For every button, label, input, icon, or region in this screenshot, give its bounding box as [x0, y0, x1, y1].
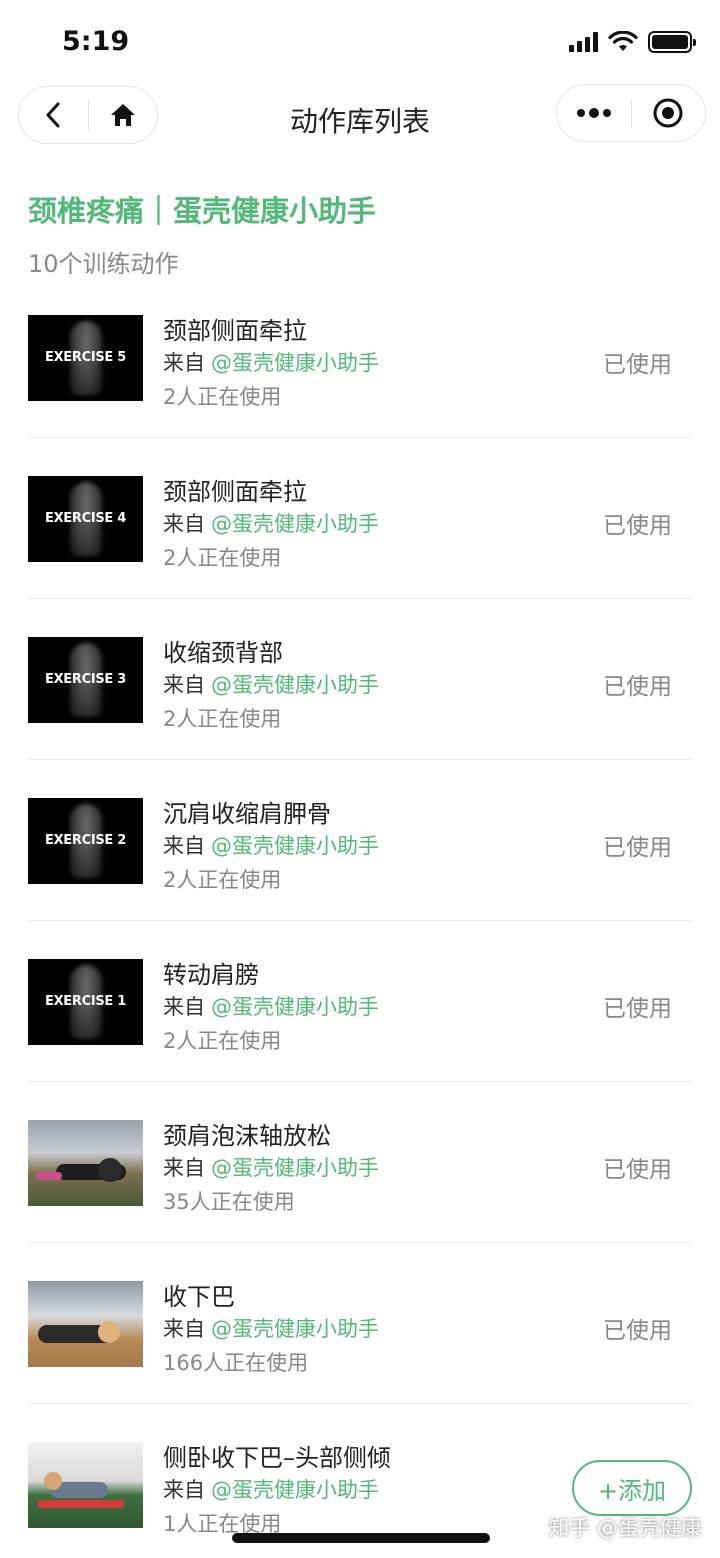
exercise-item[interactable]: EXERCISE 2 沉肩收缩肩胛骨 来自 @蛋壳健康小助手 2人正在使用 已使用	[0, 760, 720, 921]
watermark: 知乎 @蛋壳健康	[548, 1516, 702, 1540]
exercise-item[interactable]: EXERCISE 1 转动肩膀 来自 @蛋壳健康小助手 2人正在使用 已使用	[0, 921, 720, 1082]
exercise-name: 收缩颈背部	[163, 639, 283, 667]
exercise-source: 来自 @蛋壳健康小助手	[163, 512, 379, 536]
user-count: 2人正在使用	[163, 385, 282, 409]
author-link[interactable]: @蛋壳健康小助手	[211, 1478, 379, 1502]
exercise-list: EXERCISE 5 颈部侧面牵拉 来自 @蛋壳健康小助手 2人正在使用 已使用 …	[0, 277, 720, 1558]
exercise-count: 10个训练动作	[28, 250, 179, 278]
exercise-thumbnail: EXERCISE 3	[28, 637, 143, 723]
author-link[interactable]: @蛋壳健康小助手	[211, 1156, 379, 1180]
thumbnail-label: EXERCISE 5	[45, 350, 126, 365]
used-status: 已使用	[603, 1318, 672, 1344]
cellular-signal-icon	[569, 32, 598, 52]
exercise-source: 来自 @蛋壳健康小助手	[163, 834, 379, 858]
author-link[interactable]: @蛋壳健康小助手	[211, 673, 379, 697]
exercise-item[interactable]: EXERCISE 5 颈部侧面牵拉 来自 @蛋壳健康小助手 2人正在使用 已使用	[0, 277, 720, 438]
add-exercise-button[interactable]: +添加	[572, 1460, 692, 1516]
exercise-thumbnail: EXERCISE 5	[28, 315, 143, 401]
status-icons	[569, 31, 696, 53]
exercise-source: 来自 @蛋壳健康小助手	[163, 351, 379, 375]
exercise-item[interactable]: 收下巴 来自 @蛋壳健康小助手 166人正在使用 已使用	[0, 1243, 720, 1404]
exercise-name: 侧卧收下巴–头部侧倾	[163, 1444, 391, 1472]
author-link[interactable]: @蛋壳健康小助手	[211, 995, 379, 1019]
exercise-thumbnail	[28, 1442, 143, 1528]
author-link[interactable]: @蛋壳健康小助手	[211, 834, 379, 858]
exercise-item[interactable]: EXERCISE 4 颈部侧面牵拉 来自 @蛋壳健康小助手 2人正在使用 已使用	[0, 438, 720, 599]
exercise-item[interactable]: 颈肩泡沫轴放松 来自 @蛋壳健康小助手 35人正在使用 已使用	[0, 1082, 720, 1243]
used-status: 已使用	[603, 996, 672, 1022]
user-count: 2人正在使用	[163, 1029, 282, 1053]
exercise-source: 来自 @蛋壳健康小助手	[163, 1156, 379, 1180]
nav-bar: 动作库列表	[0, 84, 720, 146]
user-count: 2人正在使用	[163, 707, 282, 731]
wifi-icon	[608, 31, 638, 51]
exercise-item[interactable]: EXERCISE 3 收缩颈背部 来自 @蛋壳健康小助手 2人正在使用 已使用	[0, 599, 720, 760]
thumbnail-label: EXERCISE 4	[45, 511, 126, 526]
status-bar: 5:19	[0, 0, 720, 88]
thumbnail-label: EXERCISE 3	[45, 672, 126, 687]
exercise-thumbnail: EXERCISE 4	[28, 476, 143, 562]
used-status: 已使用	[603, 1157, 672, 1183]
exercise-name: 颈肩泡沫轴放松	[163, 1122, 331, 1150]
used-status: 已使用	[603, 352, 672, 378]
home-indicator[interactable]	[232, 1533, 490, 1543]
more-button[interactable]	[557, 85, 631, 141]
used-status: 已使用	[603, 674, 672, 700]
exercise-thumbnail: EXERCISE 2	[28, 798, 143, 884]
status-time: 5:19	[62, 26, 130, 57]
close-miniprogram-button[interactable]	[632, 85, 706, 141]
exercise-name: 颈部侧面牵拉	[163, 317, 307, 345]
exercise-thumbnail	[28, 1281, 143, 1367]
exercise-name: 转动肩膀	[163, 961, 259, 989]
exercise-source: 来自 @蛋壳健康小助手	[163, 1478, 379, 1502]
thumbnail-label: EXERCISE 2	[45, 833, 126, 848]
exercise-name: 收下巴	[163, 1283, 235, 1311]
target-circle-icon	[653, 98, 683, 128]
exercise-thumbnail	[28, 1120, 143, 1206]
battery-icon	[648, 31, 696, 53]
exercise-name: 沉肩收缩肩胛骨	[163, 800, 331, 828]
more-dots-icon	[576, 108, 611, 118]
user-count: 2人正在使用	[163, 546, 282, 570]
user-count: 2人正在使用	[163, 868, 282, 892]
exercise-source: 来自 @蛋壳健康小助手	[163, 673, 379, 697]
exercise-name: 颈部侧面牵拉	[163, 478, 307, 506]
author-link[interactable]: @蛋壳健康小助手	[211, 512, 379, 536]
exercise-thumbnail: EXERCISE 1	[28, 959, 143, 1045]
list-title: 颈椎疼痛｜蛋壳健康小助手	[28, 194, 377, 228]
user-count: 166人正在使用	[163, 1351, 309, 1375]
exercise-source: 来自 @蛋壳健康小助手	[163, 995, 379, 1019]
used-status: 已使用	[603, 513, 672, 539]
nav-capsule-right	[556, 84, 706, 142]
used-status: 已使用	[603, 835, 672, 861]
author-link[interactable]: @蛋壳健康小助手	[211, 1317, 379, 1341]
thumbnail-label: EXERCISE 1	[45, 994, 126, 1009]
exercise-source: 来自 @蛋壳健康小助手	[163, 1317, 379, 1341]
author-link[interactable]: @蛋壳健康小助手	[211, 351, 379, 375]
user-count: 35人正在使用	[163, 1190, 295, 1214]
